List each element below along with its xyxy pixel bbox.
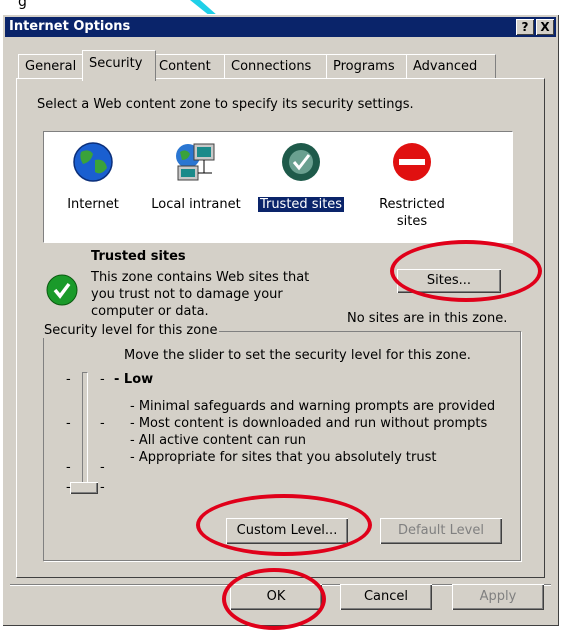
apply-button[interactable]: Apply xyxy=(452,584,544,610)
no-sites-text: No sites are in this zone. xyxy=(347,311,508,326)
cropped-text-fragment: g xyxy=(18,0,27,10)
level-bullet: - Most content is downloaded and run wit… xyxy=(130,416,488,431)
window-title: Internet Options xyxy=(9,19,131,34)
network-computer-icon xyxy=(176,143,215,181)
checkmark-icon xyxy=(282,143,320,181)
slider-tick: - xyxy=(100,460,105,475)
level-bullet: - All active content can run xyxy=(130,433,306,448)
cancel-button[interactable]: Cancel xyxy=(340,584,432,610)
tab-advanced[interactable]: Advanced xyxy=(406,54,496,79)
tab-content[interactable]: Content xyxy=(152,54,226,79)
tab-connections[interactable]: Connections xyxy=(224,54,328,79)
slider-tick: - xyxy=(66,460,71,475)
default-level-button[interactable]: Default Level xyxy=(380,518,502,544)
slider-hint: Move the slider to set the security leve… xyxy=(124,348,471,363)
no-entry-icon xyxy=(393,143,431,181)
group-legend: Security level for this zone xyxy=(42,323,220,338)
help-button[interactable]: ? xyxy=(516,19,534,35)
zone-local-intranet[interactable]: Local intranet xyxy=(148,140,244,213)
zone-restricted-sites[interactable]: Restricted sites xyxy=(372,140,452,230)
level-bullet: - Appropriate for sites that you absolut… xyxy=(130,450,437,465)
slider-tick: - xyxy=(66,480,71,495)
highlight-circle-sites xyxy=(390,240,542,302)
zone-label: Local intranet xyxy=(151,197,241,212)
zone-trusted-sites[interactable]: Trusted sites xyxy=(254,140,348,213)
tab-general[interactable]: General xyxy=(18,54,86,79)
slider-tick: - xyxy=(100,480,105,495)
zone-list: Internet Local intranet Trusted sites Re… xyxy=(43,131,513,243)
trusted-check-icon xyxy=(46,274,78,306)
zone-instruction: Select a Web content zone to specify its… xyxy=(37,97,414,112)
tab-programs[interactable]: Programs xyxy=(326,54,414,79)
zone-label: Trusted sites xyxy=(257,197,345,212)
highlight-circle-ok xyxy=(222,568,326,630)
zone-description: This zone contains Web sites that you tr… xyxy=(91,270,310,319)
slider-tick: - xyxy=(100,372,105,387)
slider-thumb[interactable] xyxy=(70,482,98,494)
zone-internet[interactable]: Internet xyxy=(58,140,128,213)
slider-tick: - xyxy=(66,416,71,431)
level-name: - Low xyxy=(114,372,154,387)
slider-tick: - xyxy=(100,416,105,431)
globe-icon xyxy=(73,142,113,182)
zone-label: Internet xyxy=(67,197,119,212)
highlight-circle-custom-level xyxy=(196,494,372,556)
zone-heading: Trusted sites xyxy=(91,249,186,264)
title-bar: Internet Options ? X xyxy=(5,17,556,37)
slider-tick: - xyxy=(66,372,71,387)
close-button[interactable]: X xyxy=(536,19,554,35)
level-bullet: - Minimal safeguards and warning prompts… xyxy=(130,399,496,414)
level-description: - Minimal safeguards and warning prompts… xyxy=(130,398,495,466)
slider-track[interactable] xyxy=(82,372,88,494)
tab-security[interactable]: Security xyxy=(82,50,156,81)
zone-label: Restricted sites xyxy=(379,197,445,229)
